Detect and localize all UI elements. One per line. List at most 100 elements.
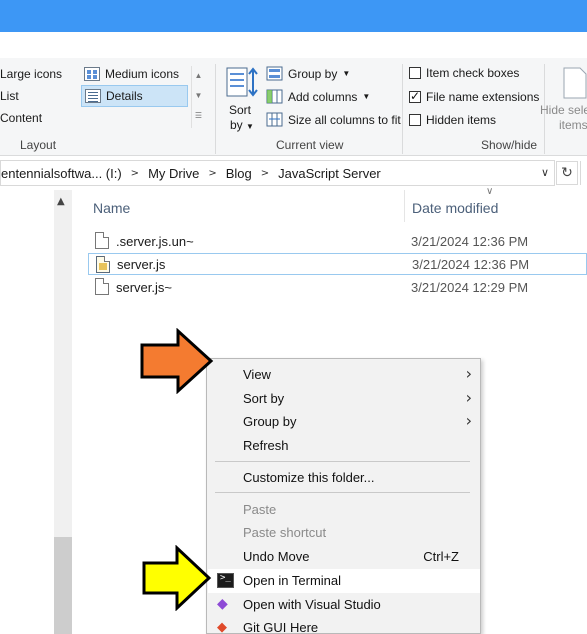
menu-item-open-with-visual-studio[interactable]: ◆ Open with Visual Studio xyxy=(208,593,480,617)
group-by-label: Group by xyxy=(288,66,338,81)
file-name: .server.js.un~ xyxy=(116,233,194,249)
ribbon-separator xyxy=(402,64,403,154)
file-row[interactable]: server.js~ 3/21/2024 12:29 PM xyxy=(88,276,587,298)
chevron-right-icon[interactable]: > xyxy=(131,168,139,179)
file-name-extensions-toggle[interactable]: File name extensions xyxy=(409,89,540,104)
content-label: Content xyxy=(0,111,43,125)
menu-item-git-gui-here[interactable]: ◆ Git GUI Here xyxy=(208,616,480,634)
menu-item-open-in-terminal[interactable]: Open in Terminal xyxy=(208,569,480,593)
sort-by-button[interactable]: Sort by ▼ xyxy=(222,64,262,134)
layout-group-label: Layout xyxy=(20,138,57,152)
menu-item-label: View xyxy=(243,367,271,382)
group-by-button[interactable]: Group by ▼ xyxy=(266,66,350,81)
list-option[interactable]: List xyxy=(0,89,19,103)
details-icon xyxy=(85,89,101,103)
hide-selected-items-button[interactable]: Hide selec items xyxy=(540,64,587,134)
file-date: 3/21/2024 12:36 PM xyxy=(412,256,530,272)
gallery-more-icon: ☰ xyxy=(194,111,203,120)
chevron-right-icon[interactable]: > xyxy=(208,168,216,179)
column-header-name[interactable]: Name xyxy=(93,200,130,216)
menu-item-label: Open with Visual Studio xyxy=(243,597,381,612)
size-columns-button[interactable]: Size all columns to fit xyxy=(266,112,401,127)
chevron-right-icon[interactable]: > xyxy=(261,168,269,179)
visual-studio-icon: ◆ xyxy=(217,596,228,612)
content-option[interactable]: Content xyxy=(0,111,42,125)
chevron-right-icon: › xyxy=(465,411,472,430)
address-bar[interactable]: entennialsoftwa... (I:) > My Drive > Blo… xyxy=(0,160,555,186)
file-date: 3/21/2024 12:36 PM xyxy=(411,233,529,249)
size-columns-icon xyxy=(266,112,283,127)
file-row[interactable]: .server.js.un~ 3/21/2024 12:36 PM xyxy=(88,230,587,252)
column-divider[interactable] xyxy=(404,190,405,222)
breadcrumb-drive[interactable]: entennialsoftwa... (I:) xyxy=(1,166,122,181)
add-columns-button[interactable]: Add columns ▼ xyxy=(266,89,370,104)
details-option[interactable]: Details xyxy=(81,85,188,107)
javascript-file-icon xyxy=(96,256,110,273)
chevron-right-icon: › xyxy=(465,388,472,407)
yellow-arrow-icon xyxy=(142,545,212,611)
layout-gallery-scroll[interactable]: ▲ ▼ ☰ xyxy=(191,66,205,128)
medium-icons-icon xyxy=(84,67,100,81)
menu-item-group-by[interactable]: Group by › xyxy=(208,410,480,434)
breadcrumb-my-drive[interactable]: My Drive xyxy=(148,166,199,181)
file-row[interactable]: server.js 3/21/2024 12:36 PM xyxy=(88,253,587,275)
ribbon-separator xyxy=(215,64,216,154)
scrollbar-thumb[interactable] xyxy=(54,537,72,634)
sort-by-label: by ▼ xyxy=(230,118,254,132)
title-bar xyxy=(0,0,587,32)
menu-item-label: Paste xyxy=(243,502,277,517)
details-label: Details xyxy=(106,89,143,103)
add-columns-icon xyxy=(266,89,283,104)
scroll-up-icon[interactable]: ▲ xyxy=(57,196,65,207)
menu-item-paste[interactable]: Paste xyxy=(208,498,480,522)
menu-item-shortcut: Ctrl+Z xyxy=(423,549,459,564)
menu-item-view[interactable]: View › xyxy=(208,363,480,387)
hide-selected-label: Hide selec xyxy=(540,103,587,117)
menu-item-label: Customize this folder... xyxy=(243,470,375,485)
menu-item-label: Group by xyxy=(243,414,297,429)
breadcrumb-blog[interactable]: Blog xyxy=(226,166,252,181)
large-icons-option[interactable]: Large icons xyxy=(0,67,62,81)
list-label: List xyxy=(0,89,19,103)
file-name: server.js~ xyxy=(116,279,172,295)
menu-item-sort-by[interactable]: Sort by › xyxy=(208,387,480,411)
menu-item-paste-shortcut[interactable]: Paste shortcut xyxy=(208,521,480,545)
size-columns-label: Size all columns to fit xyxy=(288,112,401,127)
menu-separator xyxy=(215,492,470,493)
group-by-icon xyxy=(266,66,283,81)
refresh-button[interactable]: ↻ xyxy=(556,161,578,185)
breadcrumb-javascript-server[interactable]: JavaScript Server xyxy=(278,166,381,181)
menu-item-refresh[interactable]: Refresh xyxy=(208,434,480,458)
file-date: 3/21/2024 12:29 PM xyxy=(411,279,529,295)
file-icon xyxy=(95,278,109,295)
medium-icons-label: Medium icons xyxy=(105,67,180,81)
ribbon: Large icons List Content Medium icons De… xyxy=(0,58,587,156)
menu-item-label: Undo Move xyxy=(243,549,310,564)
chevron-down-icon: ∨ xyxy=(540,166,550,179)
medium-icons-option[interactable]: Medium icons xyxy=(84,67,179,81)
file-icon xyxy=(95,232,109,249)
refresh-icon: ↻ xyxy=(561,165,573,181)
file-name-extensions-checkbox[interactable] xyxy=(409,89,421,103)
file-name-extensions-label: File name extensions xyxy=(426,90,540,104)
menu-item-undo-move[interactable]: Undo Move Ctrl+Z xyxy=(208,545,480,569)
menu-item-label: Paste shortcut xyxy=(243,525,327,540)
sort-label: Sort xyxy=(229,103,252,117)
git-icon: ◆ xyxy=(217,620,227,634)
item-check-boxes-checkbox[interactable] xyxy=(409,67,421,79)
menu-item-label: Open in Terminal xyxy=(243,573,342,588)
search-box-edge[interactable] xyxy=(580,161,587,185)
navigation-pane-scrollbar[interactable]: ▲ xyxy=(54,190,72,634)
gallery-down-icon: ▼ xyxy=(194,91,203,100)
hidden-items-toggle[interactable]: Hidden items xyxy=(409,113,496,127)
hidden-items-label: Hidden items xyxy=(426,113,497,127)
add-columns-label: Add columns xyxy=(288,89,358,104)
hidden-items-checkbox[interactable] xyxy=(409,114,421,126)
item-check-boxes-toggle[interactable]: Item check boxes xyxy=(409,66,519,80)
menu-separator xyxy=(215,461,470,462)
menu-item-label: Git GUI Here xyxy=(243,620,319,634)
address-history-dropdown[interactable]: ∨ xyxy=(536,162,554,184)
terminal-icon xyxy=(217,573,234,588)
menu-item-customize-folder[interactable]: Customize this folder... xyxy=(208,466,480,490)
column-header-date-modified[interactable]: Date modified xyxy=(412,200,498,216)
